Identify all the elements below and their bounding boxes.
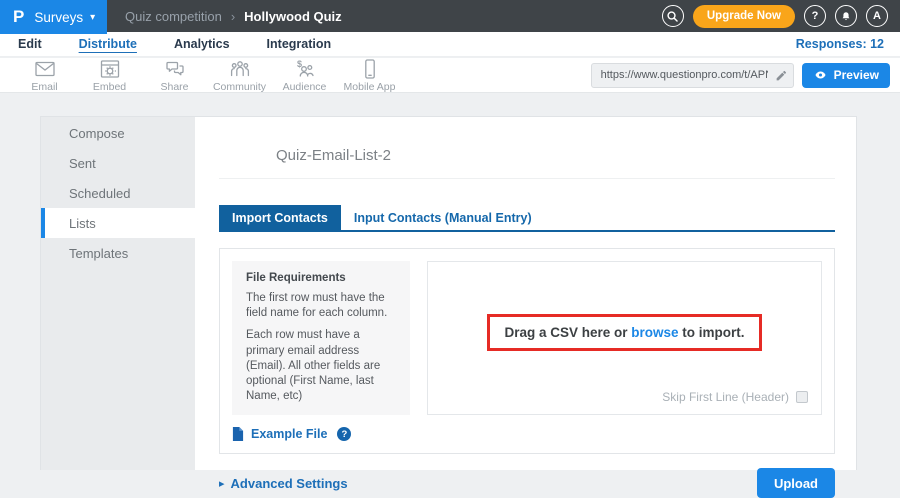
- triangle-right-icon: ▸: [219, 477, 225, 490]
- product-switcher[interactable]: P Surveys ▾: [0, 0, 107, 34]
- edit-url-button[interactable]: [771, 69, 793, 82]
- channel-embed[interactable]: Embed: [77, 57, 142, 93]
- notifications-button[interactable]: [835, 5, 857, 27]
- import-panel-top: File Requirements The first row must hav…: [232, 261, 822, 415]
- email-lists-panel: Compose Sent Scheduled Lists Templates Q…: [40, 116, 857, 470]
- tab-input-contacts-manual[interactable]: Input Contacts (Manual Entry): [341, 205, 545, 230]
- pencil-icon: [775, 69, 788, 82]
- email-sidebar: Compose Sent Scheduled Lists Templates: [41, 117, 195, 470]
- channel-label: Community: [213, 81, 266, 93]
- preview-button[interactable]: Preview: [802, 63, 890, 88]
- preview-label: Preview: [834, 68, 879, 82]
- breadcrumb: Quiz competition › Hollywood Quiz: [125, 9, 342, 24]
- tab-integration[interactable]: Integration: [267, 37, 332, 51]
- top-navigation-bar: P Surveys ▾ Quiz competition › Hollywood…: [0, 0, 900, 32]
- channel-label: Embed: [93, 81, 126, 93]
- sidebar-item-sent[interactable]: Sent: [41, 148, 195, 178]
- search-button[interactable]: [662, 5, 684, 27]
- channel-audience[interactable]: $ Audience: [272, 57, 337, 93]
- questionpro-logo-icon: P: [13, 7, 24, 27]
- skip-first-line-checkbox[interactable]: [796, 391, 808, 403]
- help-button[interactable]: ?: [804, 5, 826, 27]
- svg-text:$: $: [297, 59, 302, 69]
- topbar-actions: Upgrade Now ? A: [662, 5, 900, 28]
- csv-dropzone[interactable]: Drag a CSV here or browse to import. Ski…: [427, 261, 822, 415]
- survey-url-field: [591, 63, 794, 88]
- list-name-title[interactable]: Quiz-Email-List-2: [219, 147, 835, 164]
- skip-first-line-row: Skip First Line (Header): [662, 390, 808, 404]
- sidebar-item-scheduled[interactable]: Scheduled: [41, 178, 195, 208]
- dropzone-text-before: Drag a CSV here or: [504, 325, 631, 340]
- breadcrumb-parent[interactable]: Quiz competition: [125, 9, 222, 24]
- toolbar-right: Preview: [591, 63, 900, 88]
- import-footer: ▸ Advanced Settings Upload: [219, 468, 835, 498]
- dropzone-instruction-highlight: Drag a CSV here or browse to import.: [487, 314, 761, 351]
- channel-community[interactable]: Community: [207, 57, 272, 93]
- survey-section-nav: Edit Distribute Analytics Integration Re…: [0, 32, 900, 57]
- file-icon: [232, 427, 244, 441]
- channel-label: Email: [31, 81, 57, 93]
- dropzone-text-after: to import.: [679, 325, 745, 340]
- advanced-settings-label: Advanced Settings: [231, 476, 348, 491]
- section-tabs: Edit Distribute Analytics Integration: [0, 37, 331, 51]
- help-icon[interactable]: ?: [337, 427, 351, 441]
- tab-analytics[interactable]: Analytics: [174, 37, 230, 51]
- bell-icon: [840, 10, 852, 23]
- product-name: Surveys: [34, 10, 83, 25]
- survey-url-input[interactable]: [592, 69, 771, 81]
- file-requirements-paragraph: Each row must have a primary email addre…: [246, 328, 396, 404]
- upgrade-now-button[interactable]: Upgrade Now: [693, 5, 795, 28]
- channel-list: Email Embed Share Community: [0, 57, 402, 93]
- chevron-down-icon: ▾: [90, 12, 95, 23]
- tab-distribute[interactable]: Distribute: [79, 37, 137, 51]
- browse-link[interactable]: browse: [631, 325, 678, 340]
- community-icon: [227, 57, 253, 81]
- breadcrumb-current: Hollywood Quiz: [244, 9, 342, 24]
- channel-label: Share: [160, 81, 188, 93]
- channel-share[interactable]: Share: [142, 57, 207, 93]
- channel-label: Mobile App: [344, 81, 396, 93]
- channel-email[interactable]: Email: [12, 57, 77, 93]
- sidebar-item-compose[interactable]: Compose: [41, 118, 195, 148]
- skip-first-line-label: Skip First Line (Header): [662, 390, 789, 404]
- account-avatar[interactable]: A: [866, 5, 888, 27]
- sidebar-item-lists[interactable]: Lists: [41, 208, 195, 238]
- channel-mobile-app[interactable]: Mobile App: [337, 57, 402, 93]
- file-requirements-heading: File Requirements: [246, 272, 396, 284]
- channel-label: Audience: [283, 81, 327, 93]
- responses-count[interactable]: Responses: 12: [796, 37, 900, 51]
- advanced-settings-toggle[interactable]: ▸ Advanced Settings: [219, 476, 348, 491]
- mobile-app-icon: [357, 57, 383, 81]
- email-icon: [32, 57, 58, 81]
- tab-import-contacts[interactable]: Import Contacts: [219, 205, 341, 230]
- file-requirements-paragraph: The first row must have the field name f…: [246, 291, 396, 321]
- import-contacts-panel: File Requirements The first row must hav…: [219, 248, 835, 454]
- tab-edit[interactable]: Edit: [18, 37, 42, 51]
- eye-icon: [813, 69, 828, 81]
- breadcrumb-separator-icon: ›: [231, 9, 235, 24]
- file-requirements-box: File Requirements The first row must hav…: [232, 261, 410, 415]
- share-icon: [162, 57, 188, 81]
- example-file-row: Example File ?: [232, 427, 822, 441]
- title-divider: [219, 178, 835, 179]
- upload-button[interactable]: Upload: [757, 468, 835, 498]
- lists-content: Quiz-Email-List-2 Import Contacts Input …: [195, 117, 856, 470]
- distribute-channels-toolbar: Email Embed Share Community: [0, 58, 900, 93]
- embed-icon: [97, 57, 123, 81]
- sidebar-item-templates[interactable]: Templates: [41, 238, 195, 268]
- search-icon: [666, 10, 679, 23]
- contacts-tabs: Import Contacts Input Contacts (Manual E…: [219, 205, 835, 232]
- example-file-link[interactable]: Example File: [251, 427, 327, 441]
- audience-icon: $: [292, 57, 318, 81]
